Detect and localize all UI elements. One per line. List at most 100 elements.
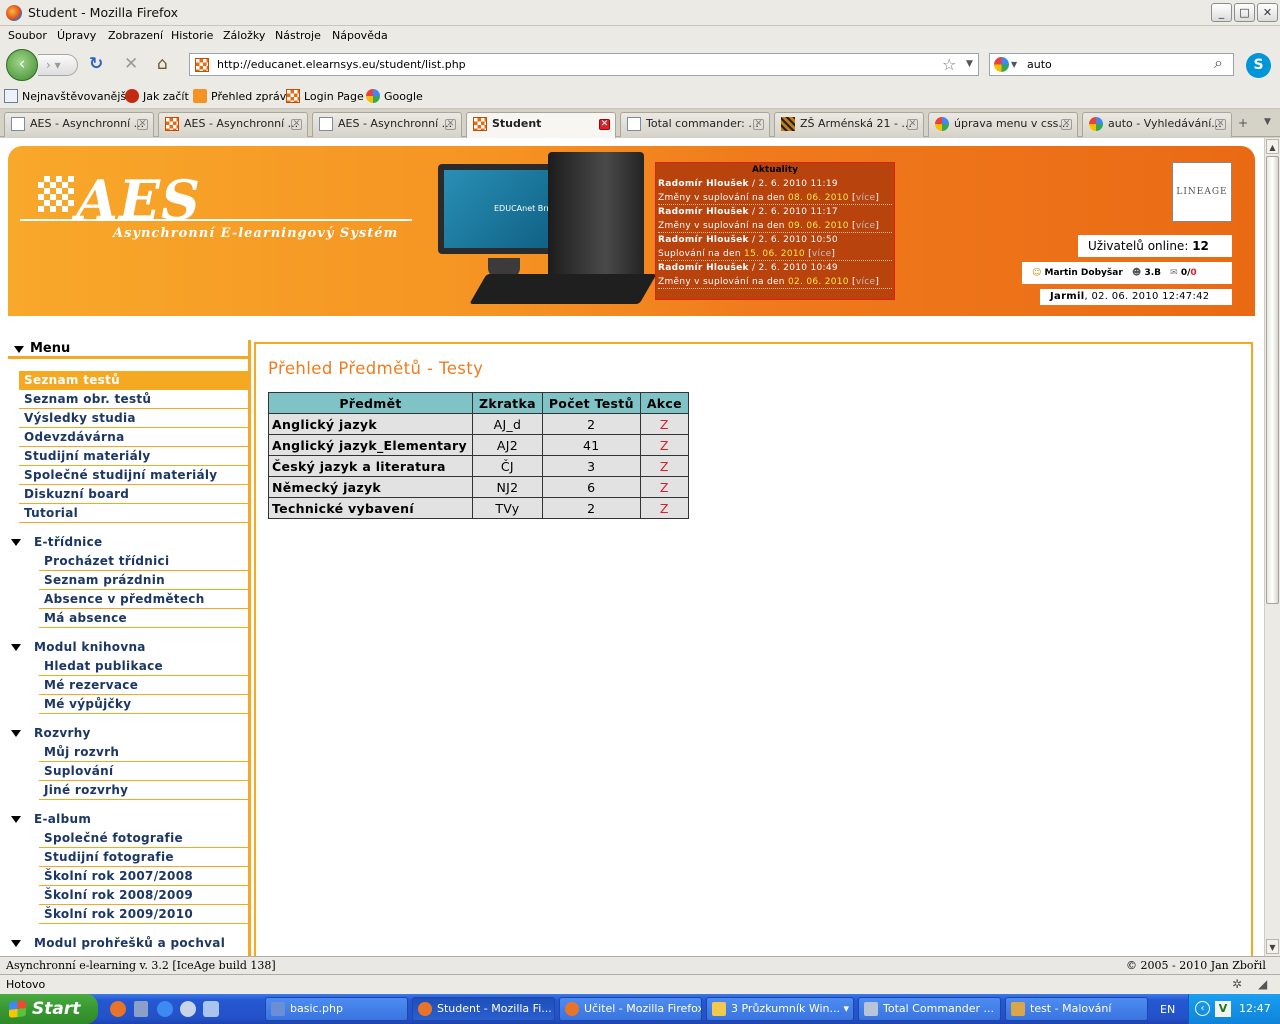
tray-arrow-icon[interactable]: ‹ (1195, 1001, 1210, 1016)
sidebar-section-etridnice[interactable]: E-třídnice (8, 533, 248, 552)
back-button[interactable]: ‹ (6, 49, 38, 81)
menu-historie[interactable]: Historie (171, 29, 213, 42)
sidebar-item-diskuzni-board[interactable]: Diskuzní board (19, 485, 249, 504)
list-all-tabs-icon[interactable]: ▼ (1264, 117, 1271, 127)
sidebar-item-ma-absence[interactable]: Má absence (39, 609, 249, 628)
menu-napoveda[interactable]: Nápověda (332, 29, 388, 42)
taskbar-button-student-firefox[interactable]: Student - Mozilla Fi... (412, 997, 555, 1021)
start-button[interactable]: Start (0, 994, 98, 1024)
tab-close-icon[interactable]: ✕ (1061, 119, 1072, 130)
search-input[interactable]: auto (1027, 58, 1052, 71)
sidebar-item-spolecne-materialy[interactable]: Společné studijní materiály (19, 466, 249, 485)
shield-quicklaunch-icon[interactable] (134, 1001, 148, 1017)
forward-button[interactable]: › ▾ (38, 54, 78, 76)
sidebar-item-studijni-fotografie[interactable]: Studijní fotografie (39, 848, 249, 867)
sidebar-item-muj-rozvrh[interactable]: Můj rozvrh (39, 743, 249, 762)
taskbar-button-ucitel-firefox[interactable]: Učitel - Mozilla Firefox (559, 997, 702, 1021)
messages-unread[interactable]: 0 (1190, 268, 1196, 278)
sidebar-item-vysledky-studia[interactable]: Výsledky studia (19, 409, 249, 428)
tab-close-icon[interactable]: ✕ (599, 119, 610, 130)
tab-uprava-menu[interactable]: úprava menu v css... ✕ (928, 112, 1078, 137)
sidebar-item-rok-2007-2008[interactable]: Školní rok 2007/2008 (39, 867, 249, 886)
action-link[interactable]: Z (639, 434, 689, 456)
menu-upravy[interactable]: Úpravy (57, 29, 96, 42)
sidebar-item-seznam-testu[interactable]: Seznam testů (19, 371, 249, 390)
media-player-quicklaunch-icon[interactable] (180, 1001, 196, 1017)
bookmark-most-visited[interactable]: Nejnavštěvovanější (4, 89, 129, 103)
new-tab-icon[interactable]: + (1238, 116, 1248, 130)
minimize-button[interactable]: _ (1211, 3, 1232, 22)
tab-aes-3[interactable]: AES - Asynchronní ... ✕ (312, 112, 462, 137)
tab-close-icon[interactable]: ✕ (291, 119, 302, 130)
bookmark-google[interactable]: Google (366, 89, 423, 103)
user-name[interactable]: Martin Dobyšar (1045, 268, 1123, 278)
scroll-up-icon[interactable]: ▲ (1266, 139, 1279, 154)
menu-zobrazeni[interactable]: Zobrazení (108, 29, 163, 42)
tab-close-icon[interactable]: ✕ (445, 119, 456, 130)
bookmark-star-icon[interactable]: ☆ (942, 54, 956, 75)
bookmark-news-overview[interactable]: Přehled zpráv (193, 89, 286, 103)
sidebar-item-rok-2008-2009[interactable]: Školní rok 2008/2009 (39, 886, 249, 905)
search-bar[interactable]: ▼ auto ⌕ (989, 53, 1234, 76)
news-more-link[interactable]: více (856, 277, 876, 287)
sidebar-item-studijni-materialy[interactable]: Studijní materiály (19, 447, 249, 466)
tab-aes-1[interactable]: AES - Asynchronní ... ✕ (4, 112, 154, 137)
news-more-link[interactable]: více (812, 249, 832, 259)
action-link[interactable]: Z (639, 476, 689, 498)
action-link[interactable]: Z (639, 455, 689, 477)
url-dropdown-icon[interactable]: ▼ (966, 54, 973, 75)
sidebar-section-rozvrhy[interactable]: Rozvrhy (8, 724, 248, 743)
home-icon[interactable]: ⌂ (157, 54, 168, 74)
sidebar-item-prochazet-tridnici[interactable]: Procházet třídnici (39, 552, 249, 571)
firefox-quicklaunch-icon[interactable] (110, 1001, 126, 1017)
taskbar-button-basic-php[interactable]: basic.php (265, 997, 408, 1021)
ie-quicklaunch-icon[interactable] (157, 1001, 173, 1017)
sidebar-item-hledat-publikace[interactable]: Hledat publikace (39, 657, 249, 676)
sidebar-item-me-vypujcky[interactable]: Mé výpůjčky (39, 695, 249, 714)
clock[interactable]: 12:47 (1239, 1002, 1271, 1015)
tab-close-icon[interactable]: ✕ (753, 119, 764, 130)
resize-grip-icon[interactable]: ◢ (1258, 977, 1267, 991)
vertical-scrollbar[interactable]: ▲ ▼ (1264, 138, 1280, 956)
sidebar-section-prohresky[interactable]: Modul prohřešků a pochval (8, 934, 248, 953)
sidebar-item-absence-v-predmetech[interactable]: Absence v předmětech (39, 590, 249, 609)
search-icon[interactable]: ⌕ (1214, 52, 1223, 73)
addon-icon[interactable]: ✲ (1232, 977, 1242, 991)
menu-zalozky[interactable]: Záložky (223, 29, 265, 42)
taskbar-button-explorer-group[interactable]: 3 Průzkumník Win... ▾ (706, 997, 854, 1021)
menu-nastroje[interactable]: Nástroje (275, 29, 321, 42)
lineage-logo[interactable]: LINEAGE (1172, 162, 1232, 222)
tab-student[interactable]: Student ✕ (466, 112, 616, 138)
taskbar-button-paint[interactable]: test - Malování (1005, 997, 1148, 1021)
language-indicator[interactable]: EN (1160, 1003, 1175, 1016)
scroll-down-icon[interactable]: ▼ (1266, 939, 1279, 954)
sidebar-item-rok-2009-2010[interactable]: Školní rok 2009/2010 (39, 905, 249, 924)
stop-icon[interactable]: ✕ (124, 54, 138, 74)
menu-soubor[interactable]: Soubor (8, 29, 47, 42)
messages-icon[interactable]: ✉ (1170, 268, 1178, 278)
desktop-quicklaunch-icon[interactable] (203, 1001, 219, 1017)
scrollbar-thumb[interactable] (1266, 156, 1279, 604)
tab-close-icon[interactable]: ✕ (137, 119, 148, 130)
bookmark-login-page[interactable]: Login Page (286, 89, 364, 103)
search-engine-dropdown-icon[interactable]: ▼ (1011, 54, 1017, 75)
sidebar-item-odevzdavarna[interactable]: Odevzdávárna (19, 428, 249, 447)
tab-close-icon[interactable]: ✕ (907, 119, 918, 130)
sidebar-section-ealbum[interactable]: E-album (8, 810, 248, 829)
aes-logo[interactable]: AES (76, 168, 201, 232)
tab-close-icon[interactable]: ✕ (1215, 119, 1226, 130)
taskbar-button-total-commander[interactable]: Total Commander ... (858, 997, 1001, 1021)
sidebar-item-seznam-obr-testu[interactable]: Seznam obr. testů (19, 390, 249, 409)
menu-header[interactable]: Menu (8, 340, 249, 359)
url-bar[interactable]: http://educanet.elearnsys.eu/student/lis… (189, 53, 979, 76)
sidebar-item-tutorial[interactable]: Tutorial (19, 504, 249, 523)
news-more-link[interactable]: více (856, 221, 876, 231)
bookmark-getting-started[interactable]: Jak začít (125, 89, 189, 103)
sidebar-item-jine-rozvrhy[interactable]: Jiné rozvrhy (39, 781, 249, 800)
skype-icon[interactable]: S (1246, 53, 1271, 78)
antivirus-tray-icon[interactable]: V (1215, 1001, 1231, 1017)
reload-icon[interactable]: ↻ (89, 54, 103, 74)
sidebar-item-seznam-prazdnin[interactable]: Seznam prázdnin (39, 571, 249, 590)
sidebar-item-suplovani[interactable]: Suplování (39, 762, 249, 781)
sidebar-section-knihovna[interactable]: Modul knihovna (8, 638, 248, 657)
